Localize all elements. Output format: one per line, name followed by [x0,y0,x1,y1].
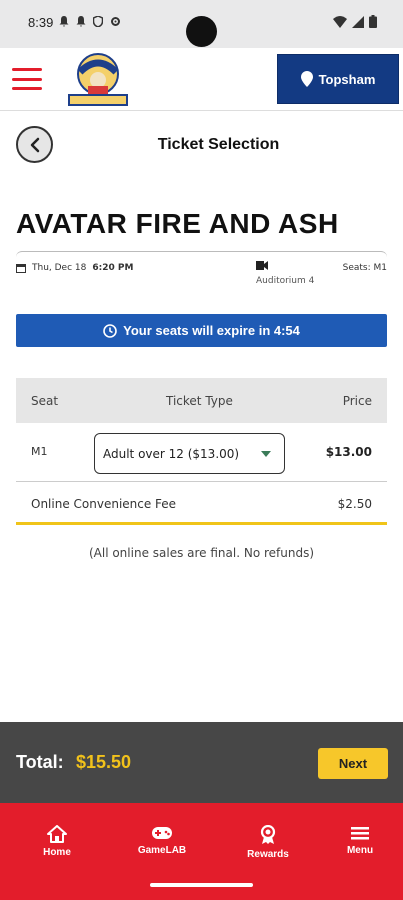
nav-home[interactable]: Home [22,825,92,858]
header-divider [0,110,403,111]
next-button[interactable]: Next [318,748,388,779]
wifi-icon [333,15,347,28]
header-ticket-type: Ticket Type [166,394,233,408]
fee-label: Online Convenience Fee [31,497,177,511]
status-notification-icons [59,16,121,27]
signal-icon [352,15,364,28]
system-status-icons [333,15,377,28]
header-seat: Seat [31,394,59,408]
table-row: M1 Adult over 12 ($13.00) $13.00 [16,423,387,482]
status-bar: 8:39 [0,0,403,48]
nav-home-label: Home [43,847,71,858]
showtime-info: Thu, Dec 18 6:20 PM Auditorium 4 Seats: … [16,251,387,301]
notification-bell-icon [76,16,86,27]
auditorium-text: Auditorium 4 [256,276,315,286]
hamburger-line [12,68,42,71]
showtime-time-text: 6:20 PM [92,263,134,273]
location-pin-icon [300,71,313,87]
ticket-type-select[interactable]: Adult over 12 ($13.00) [94,433,285,474]
auditorium-info: Auditorium 4 [256,261,320,288]
home-indicator[interactable] [150,883,253,887]
clock-icon [103,323,117,338]
home-icon [47,825,67,843]
expiry-text: Your seats will expire in 4:54 [123,323,300,338]
seat-expiry-timer: Your seats will expire in 4:54 [16,314,387,347]
row-price: $13.00 [325,445,372,459]
smittys-entertainment-logo[interactable] [66,50,130,108]
hamburger-line [12,77,42,81]
total-label: Total: [16,752,64,772]
nav-rewards-label: Rewards [247,849,289,860]
nav-rewards[interactable]: Rewards [233,825,303,860]
status-time: 8:39 [28,15,54,30]
video-camera-icon [256,261,268,270]
app-header: Topsham [0,48,403,110]
location-label: Topsham [318,71,376,87]
nav-gamelab[interactable]: GameLAB [127,825,197,856]
menu-icon [351,827,369,840]
header-price: Price [342,394,372,408]
page-title: Ticket Selection [157,136,280,153]
location-selector-button[interactable]: Topsham [277,54,399,104]
nav-menu-label: Menu [346,845,374,856]
seats-info: Seats: M1 [342,263,387,273]
dropdown-arrow-icon [261,451,271,457]
showtime-date: Thu, Dec 18 6:20 PM [16,263,133,273]
showtime-date-text: Thu, Dec 18 [32,263,87,273]
hamburger-line [12,87,42,90]
shield-icon [93,16,103,27]
camera-cutout [186,16,217,47]
calendar-icon [16,264,26,273]
movie-title: AVATAR FIRE AND ASH [16,208,339,239]
total-value: $15.50 [76,752,132,772]
order-total-bar: Total: $15.50 Next [0,722,403,803]
nav-menu[interactable]: Menu [325,825,395,856]
convenience-fee-row: Online Convenience Fee $2.50 [16,482,387,525]
gear-icon [111,17,120,26]
refund-policy-note: (All online sales are final. No refunds) [88,546,315,560]
award-icon [260,825,276,844]
fee-price: $2.50 [337,497,372,511]
table-header: Seat Ticket Type Price [16,378,387,423]
row-seat: M1 [31,445,48,458]
ticket-type-value: Adult over 12 ($13.00) [103,446,240,461]
notification-bell-icon [59,16,69,27]
nav-gamelab-label: GameLAB [137,845,187,856]
ticket-table: Seat Ticket Type Price M1 Adult over 12 … [16,378,387,525]
gamepad-icon [152,827,172,839]
hamburger-menu-button[interactable] [12,68,42,90]
battery-icon [369,15,377,28]
